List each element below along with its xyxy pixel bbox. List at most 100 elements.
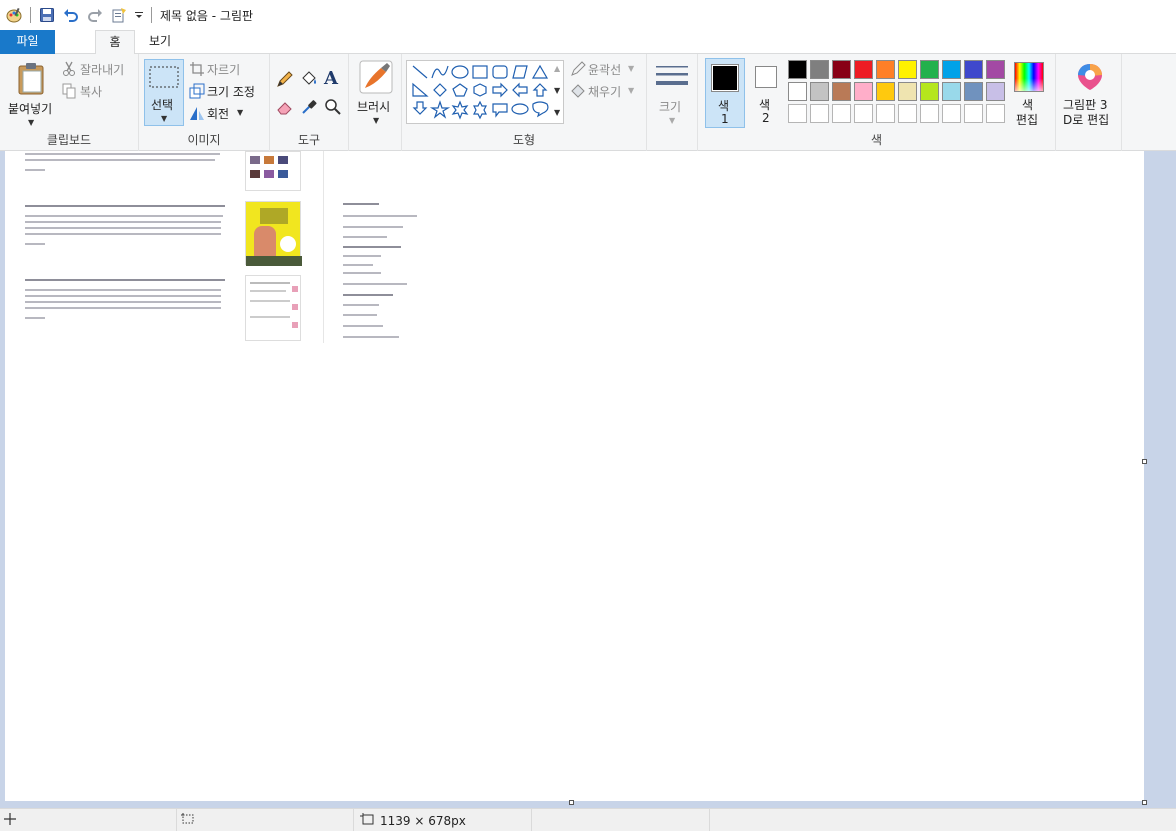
palette-swatch[interactable]	[942, 104, 961, 123]
text-tool-icon[interactable]: A	[324, 68, 338, 89]
expand-gallery-icon[interactable]: ▼	[554, 108, 560, 117]
palette-swatch[interactable]	[810, 104, 829, 123]
ribbon-tabs: 파일 홈 보기	[0, 30, 1176, 55]
status-bar: 1139 × 678px	[0, 808, 1176, 831]
canvas-workspace[interactable]	[0, 151, 1176, 808]
palette-swatch[interactable]	[876, 104, 895, 123]
file-size-cell	[532, 809, 710, 831]
resize-handle-bottom[interactable]	[569, 800, 574, 805]
color2-button[interactable]: 색 2	[747, 58, 787, 128]
palette-swatch[interactable]	[942, 82, 961, 101]
shapes-group-label: 도형	[512, 133, 536, 147]
quick-access-toolbar	[0, 0, 158, 30]
save-icon[interactable]	[37, 5, 57, 25]
outline-label: 윤곽선	[588, 63, 622, 77]
color-spectrum-icon	[1014, 62, 1044, 92]
scroll-up-icon[interactable]: ▲	[554, 64, 560, 73]
palette-swatch[interactable]	[832, 104, 851, 123]
palette-swatch[interactable]	[854, 82, 873, 101]
palette-swatch[interactable]	[810, 60, 829, 79]
palette-swatch[interactable]	[832, 60, 851, 79]
brush-button[interactable]: 브러시 ▼	[353, 58, 399, 128]
shapes-scroll[interactable]: ▲ ▼ ▼	[552, 60, 564, 124]
brush-label: 브러시	[357, 100, 391, 114]
outline-button[interactable]: 윤곽선 ▼	[570, 60, 644, 78]
divider	[323, 151, 324, 343]
palette-swatch[interactable]	[898, 104, 917, 123]
rotate-button[interactable]: 회전 ▼	[189, 104, 267, 122]
fill-bucket-icon[interactable]	[300, 70, 318, 91]
customize-dropdown-icon[interactable]	[133, 5, 145, 25]
palette-swatch[interactable]	[810, 82, 829, 101]
cut-button[interactable]: 잘라내기	[62, 60, 134, 78]
selection-size-cell	[177, 809, 354, 831]
palette-swatch[interactable]	[964, 82, 983, 101]
tools-group-label: 도구	[297, 133, 321, 147]
palette-swatch[interactable]	[854, 104, 873, 123]
palette-swatch[interactable]	[964, 104, 983, 123]
tab-view[interactable]: 보기	[135, 30, 185, 54]
palette-swatch[interactable]	[942, 60, 961, 79]
size-label: 크기	[659, 100, 682, 114]
magnifier-icon[interactable]	[324, 98, 342, 119]
fill-dropdown-icon: ▼	[628, 86, 635, 95]
eraser-icon[interactable]	[276, 98, 294, 119]
palette-swatch[interactable]	[788, 104, 807, 123]
palette-swatch[interactable]	[898, 60, 917, 79]
edit-with-paint3d-button[interactable]: 그림판 3 D로 편집	[1060, 58, 1120, 128]
edit-colors-button[interactable]: 색 편집	[1008, 58, 1052, 128]
color-picker-icon[interactable]	[300, 98, 318, 119]
crop-button[interactable]: 자르기	[189, 60, 267, 78]
palette-swatch[interactable]	[964, 60, 983, 79]
palette-swatch[interactable]	[876, 82, 895, 101]
shapes-gallery[interactable]	[406, 60, 564, 124]
select-button[interactable]: 선택 ▼	[144, 59, 184, 126]
pencil-icon[interactable]	[276, 70, 294, 91]
separator	[30, 7, 31, 23]
tab-home[interactable]: 홈	[95, 30, 135, 55]
palette-swatch[interactable]	[788, 82, 807, 101]
palette-swatch[interactable]	[876, 60, 895, 79]
resize-button[interactable]: 크기 조정	[189, 82, 267, 100]
palette-swatch[interactable]	[920, 104, 939, 123]
rotate-dropdown-icon: ▼	[237, 108, 244, 117]
shapes-gallery-icons	[412, 64, 549, 120]
properties-icon[interactable]	[109, 5, 129, 25]
size-button[interactable]: 크기 ▼	[651, 58, 695, 128]
select-rectangle-icon	[149, 66, 179, 91]
color1-button[interactable]: 색 1	[705, 58, 745, 128]
copy-label: 복사	[80, 85, 103, 99]
palette-swatch[interactable]	[788, 60, 807, 79]
palette-swatch[interactable]	[920, 60, 939, 79]
palette-swatch[interactable]	[986, 60, 1005, 79]
resize-handle-corner[interactable]	[1142, 800, 1147, 805]
paint-app-icon[interactable]	[4, 5, 24, 25]
fill-button[interactable]: 채우기 ▼	[570, 82, 644, 100]
tab-file[interactable]: 파일	[0, 30, 55, 54]
edit-colors-label-2: 편집	[1016, 113, 1039, 127]
copy-button[interactable]: 복사	[62, 82, 134, 100]
select-label: 선택	[151, 98, 174, 112]
color1-number: 1	[721, 112, 729, 126]
scroll-down-icon[interactable]: ▼	[554, 86, 560, 95]
image-group-label: 이미지	[187, 133, 221, 147]
palette-swatch[interactable]	[920, 82, 939, 101]
line-width-icon	[655, 62, 689, 95]
clipboard-group: 붙여넣기 ▼ 잘라내기 복사 클립보드	[0, 54, 139, 151]
palette-swatch[interactable]	[832, 82, 851, 101]
palette-swatch[interactable]	[898, 82, 917, 101]
clipboard-icon	[17, 62, 47, 99]
redo-icon[interactable]	[85, 5, 105, 25]
brush-icon	[359, 60, 393, 97]
canvas-size-text: 1139 × 678px	[380, 813, 466, 828]
palette-swatch[interactable]	[854, 60, 873, 79]
outline-dropdown-icon: ▼	[628, 64, 635, 73]
drawing-canvas[interactable]	[5, 151, 1144, 801]
palette-swatch[interactable]	[986, 104, 1005, 123]
resize-handle-right[interactable]	[1142, 459, 1147, 464]
title-bar: 제목 없음 - 그림판	[0, 0, 1176, 30]
undo-icon[interactable]	[61, 5, 81, 25]
palette-swatch[interactable]	[986, 82, 1005, 101]
paste-button[interactable]: 붙여넣기 ▼	[4, 58, 56, 128]
window-title: 제목 없음 - 그림판	[160, 8, 254, 23]
